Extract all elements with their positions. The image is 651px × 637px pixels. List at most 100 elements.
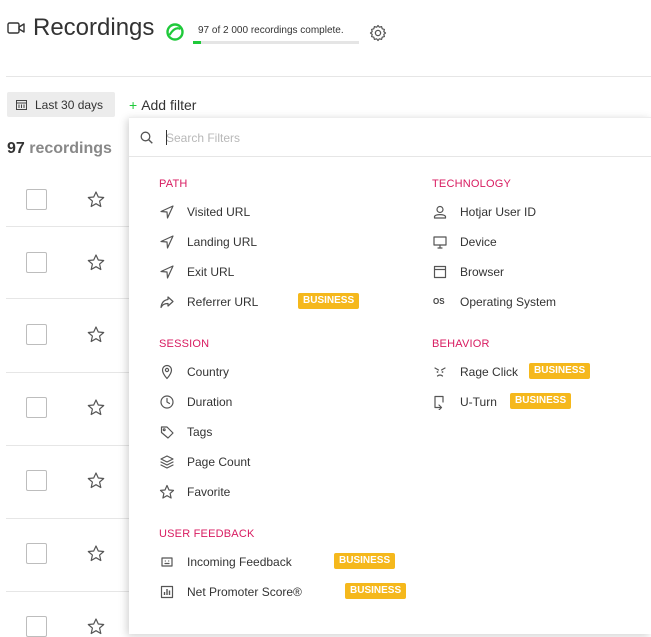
filter-option-page-count[interactable]: Page Count [159, 452, 399, 472]
section-heading-path: PATH [159, 178, 188, 190]
filter-option-label: Tags [187, 425, 213, 439]
filter-option-visited-url[interactable]: Visited URL [159, 202, 399, 222]
row-divider [6, 226, 130, 227]
map-pin-icon [159, 364, 175, 380]
business-badge: BUSINESS [298, 293, 360, 309]
filter-option-landing-url[interactable]: Landing URL [159, 232, 399, 252]
progress-status-text: 97 of 2 000 recordings complete. [198, 25, 344, 36]
text-cursor [166, 130, 167, 145]
row-checkbox[interactable] [26, 616, 47, 637]
filter-option-u-turn[interactable]: U-Turn BUSINESS [432, 392, 651, 412]
navigation-arrow-icon [159, 234, 175, 250]
favorite-star-icon[interactable] [87, 191, 105, 208]
tag-icon [159, 424, 175, 440]
navigation-arrow-icon [159, 204, 175, 220]
filter-option-label: Page Count [187, 455, 251, 469]
row-checkbox[interactable] [26, 252, 47, 273]
header-divider [6, 76, 651, 77]
section-heading-user-feedback: USER FEEDBACK [159, 528, 255, 540]
page-title: Recordings [33, 14, 155, 41]
filter-option-operating-system[interactable]: OS Operating System [432, 292, 651, 312]
row-divider [6, 372, 130, 373]
row-divider [6, 298, 130, 299]
favorite-star-icon[interactable] [87, 254, 105, 271]
favorite-star-icon[interactable] [87, 618, 105, 635]
row-checkbox[interactable] [26, 470, 47, 491]
filter-option-label: Country [187, 365, 230, 379]
progress-bar [193, 41, 359, 44]
row-divider [6, 445, 130, 446]
filter-option-label: U-Turn [460, 395, 497, 409]
filter-search-bar [129, 118, 651, 157]
filter-dropdown: PATH Visited URL Landing URL Exit URL Referr… [129, 117, 651, 634]
section-heading-technology: TECHNOLOGY [432, 178, 512, 190]
business-badge: BUSINESS [334, 553, 396, 569]
star-icon [159, 484, 175, 500]
favorite-star-icon[interactable] [87, 472, 105, 489]
gear-icon[interactable] [369, 24, 387, 42]
filter-option-label: Duration [187, 395, 233, 409]
filter-option-device[interactable]: Device [432, 232, 651, 252]
browser-window-icon [432, 264, 448, 280]
filter-option-exit-url[interactable]: Exit URL [159, 262, 399, 282]
filter-option-hotjar-user-id[interactable]: Hotjar User ID [432, 202, 651, 222]
add-filter-label: Add filter [141, 97, 197, 113]
progress-bar-fill [193, 41, 202, 44]
favorite-star-icon[interactable] [87, 399, 105, 416]
row-divider [6, 518, 130, 519]
plus-icon: + [129, 97, 138, 113]
filter-option-label: Referrer URL [187, 295, 259, 309]
row-checkbox[interactable] [26, 543, 47, 564]
filter-option-incoming-feedback[interactable]: Incoming Feedback BUSINESS [159, 552, 399, 572]
filter-option-label: Visited URL [187, 205, 251, 219]
filter-option-label: Device [460, 235, 497, 249]
navigation-arrow-icon [159, 264, 175, 280]
filter-option-label: Rage Click [460, 365, 519, 379]
filter-option-label: Operating System [460, 295, 557, 309]
business-badge: BUSINESS [529, 363, 591, 379]
filter-option-label: Landing URL [187, 235, 258, 249]
date-range-label: Last 30 days [35, 98, 104, 112]
filter-option-duration[interactable]: Duration [159, 392, 399, 412]
layers-icon [159, 454, 175, 470]
recordings-count: 97 recordings [7, 140, 112, 158]
filter-option-favorite[interactable]: Favorite [159, 482, 399, 502]
date-range-button[interactable]: Last 30 days [7, 92, 115, 117]
filter-option-label: Hotjar User ID [460, 205, 537, 219]
section-heading-behavior: BEHAVIOR [432, 338, 490, 350]
filter-option-browser[interactable]: Browser [432, 262, 651, 282]
business-badge: BUSINESS [510, 393, 572, 409]
u-turn-icon [432, 394, 448, 410]
bar-chart-icon [159, 584, 175, 600]
share-arrow-icon [159, 294, 175, 310]
filter-option-label: Favorite [187, 485, 231, 499]
business-badge: BUSINESS [345, 583, 407, 599]
row-divider [6, 591, 130, 592]
filter-option-label: Incoming Feedback [187, 555, 292, 569]
recordings-count-number: 97 [7, 140, 25, 157]
filter-option-label: Exit URL [187, 265, 235, 279]
feedback-face-icon [159, 554, 175, 570]
filter-option-label: Browser [460, 265, 505, 279]
filter-option-tags[interactable]: Tags [159, 422, 399, 442]
filter-option-label: Net Promoter Score® [187, 585, 302, 599]
favorite-star-icon[interactable] [87, 326, 105, 343]
search-icon [140, 131, 153, 144]
clock-icon [159, 394, 175, 410]
favorite-star-icon[interactable] [87, 545, 105, 562]
filter-option-net-promoter-score[interactable]: Net Promoter Score® BUSINESS [159, 582, 407, 602]
row-checkbox[interactable] [26, 397, 47, 418]
progress-ring-icon [165, 22, 185, 42]
filter-option-country[interactable]: Country [159, 362, 399, 382]
filter-option-referrer-url[interactable]: Referrer URL BUSINESS [159, 292, 399, 312]
rage-face-icon [432, 364, 448, 380]
add-filter-button[interactable]: + Add filter [129, 97, 196, 113]
recordings-count-word: recordings [29, 140, 112, 157]
section-heading-session: SESSION [159, 338, 210, 350]
video-camera-icon [7, 21, 25, 35]
row-checkbox[interactable] [26, 324, 47, 345]
calendar-icon [16, 99, 27, 110]
row-checkbox[interactable] [26, 189, 47, 210]
filter-search-input[interactable] [166, 128, 626, 148]
filter-option-rage-click[interactable]: Rage Click BUSINESS [432, 362, 651, 382]
